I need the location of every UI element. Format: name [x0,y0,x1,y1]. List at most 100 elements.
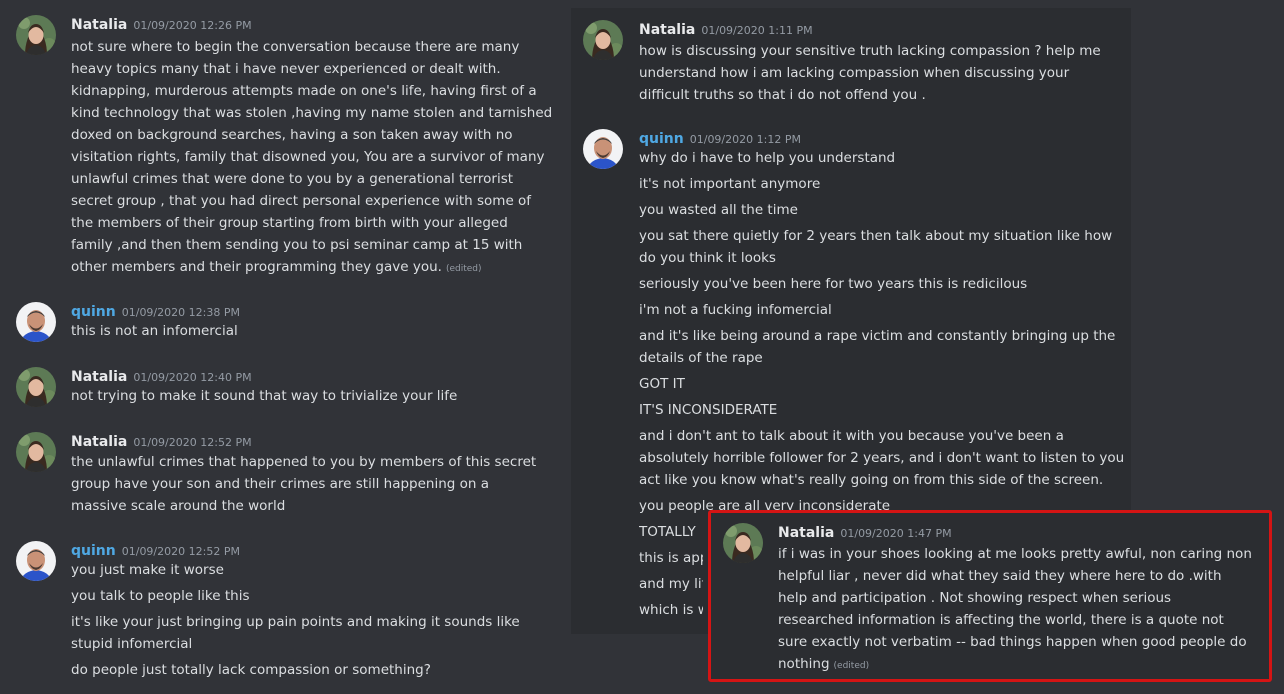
message-text-line: do people just totally lack compassion o… [71,659,431,681]
chat-message: quinn 01/09/2020 12:52 PM you just make it… [0,541,570,681]
message-text: stupid infomercial [71,636,193,652]
highlighted-message-card: Natalia 01/09/2020 1:47 PM if i was in you… [708,510,1272,682]
chat-message: Natalia 01/09/2020 1:11 PM how is discussi… [571,20,1131,106]
message-text-line: it's not important anymore [639,173,820,195]
message-text: it's not important anymore [639,176,821,192]
author-name[interactable]: Natalia [778,525,834,541]
message-text-line: nothing (edited) [778,653,869,677]
message-text: helpful liar , never did what they said … [778,568,1222,584]
message-text: why do i have to help you understand [639,150,896,166]
quinn-avatar[interactable] [583,129,623,169]
author-name[interactable]: Natalia [71,17,127,33]
message-header: quinn 01/09/2020 12:52 PM [71,541,240,561]
message-text-line: heavy topics many that i have never expe… [71,58,501,80]
message-text-line: other members and their programming they… [71,256,482,280]
message-header: Natalia 01/09/2020 1:11 PM [639,20,813,40]
message-text-line: details of the rape [639,347,763,369]
message-text: how is discussing your sensitive truth l… [639,43,1101,59]
message-text-line: absolutely horrible follower for 2 years… [639,447,1124,469]
message-text: you sat there quietly for 2 years then t… [639,228,1113,244]
message-text-line: kind technology that was stolen ,having … [71,102,552,124]
message-text: and my life [639,576,703,592]
message-text-line: how is discussing your sensitive truth l… [639,40,1101,62]
message-timestamp: 01/09/2020 1:11 PM [701,24,813,37]
message-text-line: visitation rights, family that disowned … [71,146,545,168]
message-text-line: helpful liar , never did what they said … [778,565,1222,587]
message-header: Natalia 01/09/2020 1:47 PM [778,523,952,543]
message-text: massive scale around the world [71,498,286,514]
message-header: Natalia 01/09/2020 12:52 PM [71,432,252,452]
message-text-line: sure exactly not verbatim -- bad things … [778,631,1247,653]
message-text: researched information is affecting the … [778,612,1224,628]
message-text-line: not sure where to begin the conversation… [71,36,519,58]
message-timestamp: 01/09/2020 12:38 PM [121,306,240,319]
message-text: difficult truths so that i do not offend… [639,87,926,103]
message-text-line: this is app [639,547,703,569]
message-text-line: help and participation . Not showing res… [778,587,1171,609]
message-text-line: do you think it looks [639,247,776,269]
message-text-line: doxed on background searches, having a s… [71,124,513,146]
message-text: kidnapping, murderous attempts made on o… [71,83,537,99]
message-text: GOT IT [639,376,685,392]
message-text: help and participation . Not showing res… [778,590,1172,606]
natalia-avatar[interactable] [583,20,623,60]
message-text: secret group , that you had direct perso… [71,193,532,209]
message-text: this is not an infomercial [71,323,238,339]
message-text-line: the members of their group starting from… [71,212,508,234]
message-timestamp: 01/09/2020 1:12 PM [689,133,801,146]
message-text-line: TOTALLY [639,521,703,543]
edited-tag: (edited) [445,264,482,274]
message-text: not sure where to begin the conversation… [71,39,520,55]
message-text: if i was in your shoes looking at me loo… [778,546,1252,562]
message-text-line: this is not an infomercial [71,320,238,342]
message-text-line: you sat there quietly for 2 years then t… [639,225,1112,247]
message-text: which is w [639,602,703,618]
message-text-line: if i was in your shoes looking at me loo… [778,543,1252,565]
message-timestamp: 01/09/2020 1:47 PM [840,527,952,540]
message-text-line: i'm not a fucking infomercial [639,299,832,321]
message-text: not trying to make it sound that way to … [71,388,458,404]
message-text-line: family ,and then them sending you to psi… [71,234,522,256]
message-text-line: secret group , that you had direct perso… [71,190,531,212]
message-text: other members and their programming they… [71,259,442,275]
message-text-line: act like you know what's really going on… [639,469,1103,491]
message-header: Natalia 01/09/2020 12:40 PM [71,367,252,387]
message-text: and i don't ant to talk about it with yo… [639,428,1064,444]
author-name[interactable]: Natalia [639,22,695,38]
message-header: quinn 01/09/2020 12:38 PM [71,302,240,322]
message-text: the members of their group starting from… [71,215,508,231]
author-name[interactable]: quinn [71,304,116,320]
message-text-line: group have your son and their crimes are… [71,473,489,495]
author-name[interactable]: Natalia [71,434,127,450]
message-text: it's like your just bringing up pain poi… [71,614,520,630]
quinn-avatar[interactable] [16,302,56,342]
message-text-line: unlawful crimes that were done to you by… [71,168,513,190]
natalia-avatar[interactable] [16,15,56,55]
message-text: this is app [639,550,703,566]
message-text: details of the rape [639,350,763,366]
message-header: quinn 01/09/2020 1:12 PM [639,129,801,149]
message-text: and it's like being around a rape victim… [639,328,1116,344]
author-name[interactable]: Natalia [71,369,127,385]
message-text: you wasted all the time [639,202,798,218]
natalia-avatar[interactable] [16,432,56,472]
message-text-line: massive scale around the world [71,495,285,517]
message-text: the unlawful crimes that happened to you… [71,454,537,470]
natalia-avatar[interactable] [723,523,763,563]
message-text-line: kidnapping, murderous attempts made on o… [71,80,537,102]
natalia-avatar[interactable] [16,367,56,407]
author-name[interactable]: quinn [71,543,116,559]
author-name[interactable]: quinn [639,131,684,147]
chat-pane-left: Natalia 01/09/2020 12:26 PM not sure where… [0,0,570,694]
message-text-line: not trying to make it sound that way to … [71,385,457,407]
message-text-line: stupid infomercial [71,633,192,655]
message-text-line: and my life [639,573,703,595]
message-text: do people just totally lack compassion o… [71,662,431,678]
message-text: heavy topics many that i have never expe… [71,61,501,77]
chat-message: Natalia 01/09/2020 12:40 PM not trying to … [0,367,570,407]
quinn-avatar[interactable] [16,541,56,581]
message-text: IT'S INCONSIDERATE [639,402,778,418]
message-text: i'm not a fucking infomercial [639,302,832,318]
message-text: do you think it looks [639,250,776,266]
chat-message: Natalia 01/09/2020 12:26 PM not sure where… [0,15,570,278]
